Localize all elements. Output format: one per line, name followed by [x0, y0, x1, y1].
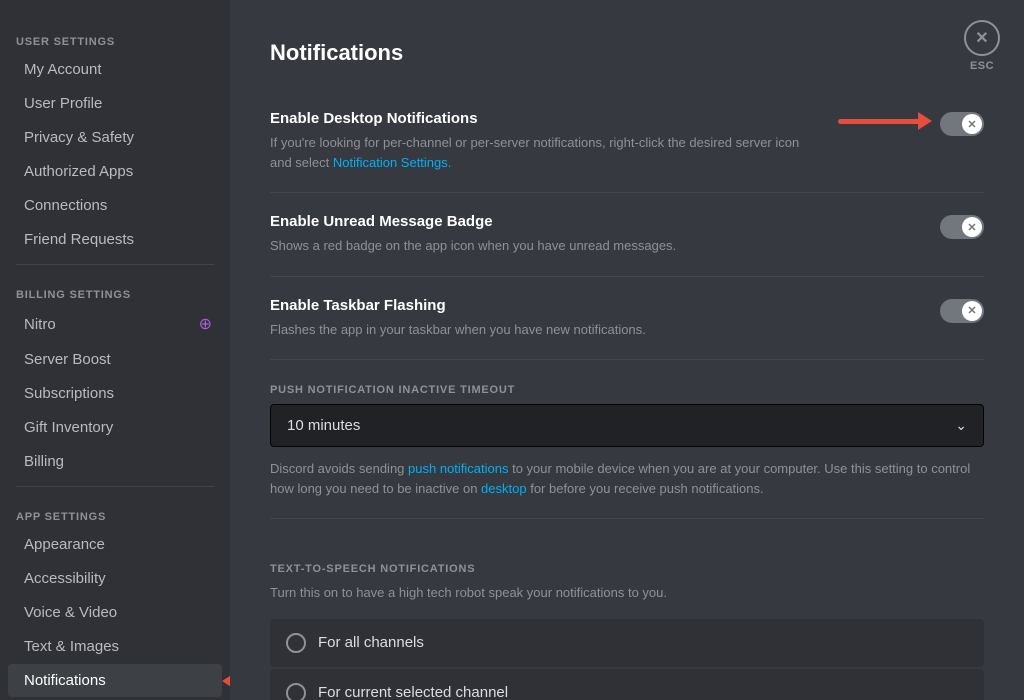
nitro-label: Nitro: [24, 316, 56, 333]
desktop-notifications-text: Enable Desktop Notifications If you're l…: [270, 110, 838, 172]
radio-label-all: For all channels: [318, 634, 424, 651]
sidebar-section-user-settings: User Settings: [0, 20, 230, 52]
unread-badge-toggle[interactable]: ✕: [940, 215, 984, 239]
sidebar-divider-2: [16, 486, 214, 487]
sidebar-item-my-account[interactable]: My Account: [8, 53, 222, 86]
sidebar: User Settings My Account User Profile Pr…: [0, 0, 230, 700]
tts-section: Text-To-Speech Notifications Turn this o…: [270, 518, 984, 700]
toggle-track-2: ✕: [940, 215, 984, 239]
toggle-knob-3: ✕: [962, 301, 982, 321]
push-section: Push Notification Inactive Timeout 10 mi…: [270, 384, 984, 498]
radio-outer-all: [286, 633, 306, 653]
toggle-track: ✕: [940, 112, 984, 136]
nitro-icon: ⊕: [199, 314, 212, 334]
radio-current-channel[interactable]: For current selected channel: [270, 669, 984, 700]
desktop-notifications-toggle[interactable]: ✕: [940, 112, 984, 136]
chevron-down-icon: ⌄: [955, 417, 967, 434]
push-section-header: Push Notification Inactive Timeout: [270, 384, 984, 396]
sidebar-item-text-images[interactable]: Text & Images: [8, 630, 222, 663]
sidebar-arrow-indicator: [222, 672, 230, 690]
tts-description: Turn this on to have a high tech robot s…: [270, 583, 984, 603]
sidebar-item-user-profile[interactable]: User Profile: [8, 87, 222, 120]
sidebar-item-accessibility[interactable]: Accessibility: [8, 562, 222, 595]
push-description: Discord avoids sending push notification…: [270, 459, 984, 498]
sidebar-item-server-boost[interactable]: Server Boost: [8, 343, 222, 376]
notifications-label: Notifications: [24, 672, 106, 689]
sidebar-item-appearance[interactable]: Appearance: [8, 528, 222, 561]
sidebar-divider-1: [16, 264, 214, 265]
unread-badge-label: Enable Unread Message Badge: [270, 213, 920, 230]
unread-badge-row: Enable Unread Message Badge Shows a red …: [270, 193, 984, 277]
sidebar-item-connections[interactable]: Connections: [8, 189, 222, 222]
unread-badge-text: Enable Unread Message Badge Shows a red …: [270, 213, 940, 256]
sidebar-item-authorized-apps[interactable]: Authorized Apps: [8, 155, 222, 188]
taskbar-flashing-desc: Flashes the app in your taskbar when you…: [270, 320, 920, 340]
page-title: Notifications: [270, 40, 984, 66]
desktop-link: desktop: [481, 481, 527, 496]
sidebar-item-friend-requests[interactable]: Friend Requests: [8, 223, 222, 256]
taskbar-flashing-row: Enable Taskbar Flashing Flashes the app …: [270, 277, 984, 361]
dropdown-value: 10 minutes: [287, 417, 360, 434]
sidebar-item-voice-video[interactable]: Voice & Video: [8, 596, 222, 629]
toggle-x-icon-3: ✕: [967, 304, 976, 317]
desktop-notifications-desc: If you're looking for per-channel or per…: [270, 133, 818, 172]
push-notifications-link: push notifications: [408, 461, 508, 476]
sidebar-item-gift-inventory[interactable]: Gift Inventory: [8, 411, 222, 444]
sidebar-item-privacy-safety[interactable]: Privacy & Safety: [8, 121, 222, 154]
main-content: ✕ ESC Notifications Enable Desktop Notif…: [230, 0, 1024, 700]
toggle-arrow-indicator: [838, 112, 932, 130]
tts-section-header: Text-To-Speech Notifications: [270, 563, 984, 575]
esc-button[interactable]: ✕ ESC: [964, 20, 1000, 72]
esc-circle-icon: ✕: [964, 20, 1000, 56]
taskbar-flashing-label: Enable Taskbar Flashing: [270, 297, 920, 314]
push-timeout-dropdown[interactable]: 10 minutes ⌄: [270, 404, 984, 447]
toggle-x-icon: ✕: [967, 118, 976, 131]
toggle-x-icon-2: ✕: [967, 221, 976, 234]
unread-badge-desc: Shows a red badge on the app icon when y…: [270, 236, 920, 256]
desktop-notifications-row: Enable Desktop Notifications If you're l…: [270, 90, 984, 193]
sidebar-item-billing[interactable]: Billing: [8, 445, 222, 478]
notification-settings-link[interactable]: Notification Settings.: [333, 155, 452, 170]
taskbar-flashing-toggle[interactable]: ✕: [940, 299, 984, 323]
radio-outer-current: [286, 683, 306, 700]
sidebar-item-nitro[interactable]: Nitro ⊕: [8, 306, 222, 342]
taskbar-flashing-text: Enable Taskbar Flashing Flashes the app …: [270, 297, 940, 340]
toggle-knob: ✕: [962, 114, 982, 134]
toggle-knob-2: ✕: [962, 217, 982, 237]
esc-label: ESC: [970, 60, 994, 72]
toggle-track-3: ✕: [940, 299, 984, 323]
sidebar-item-notifications[interactable]: Notifications: [8, 664, 222, 697]
radio-label-current: For current selected channel: [318, 684, 508, 700]
radio-all-channels[interactable]: For all channels: [270, 619, 984, 667]
sidebar-section-app-settings: App Settings: [0, 495, 230, 527]
sidebar-section-billing-settings: Billing Settings: [0, 273, 230, 305]
sidebar-item-subscriptions[interactable]: Subscriptions: [8, 377, 222, 410]
desktop-notifications-label: Enable Desktop Notifications: [270, 110, 818, 127]
